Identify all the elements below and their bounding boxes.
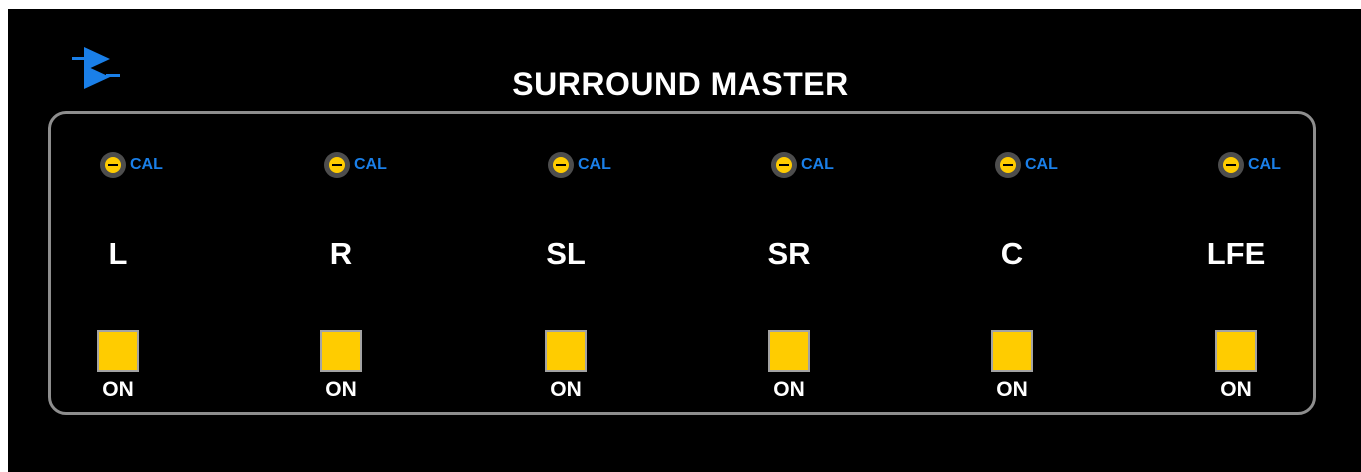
trim-knob-icon[interactable] (995, 152, 1021, 178)
on-label: ON (1220, 378, 1252, 401)
cal-label: CAL (801, 156, 834, 173)
cal-label: CAL (1025, 156, 1058, 173)
trim-knob-icon[interactable] (324, 152, 350, 178)
cal-label: CAL (354, 156, 387, 173)
channel-on-button[interactable] (97, 330, 139, 372)
on-label: ON (996, 378, 1028, 401)
trim-knob-icon[interactable] (771, 152, 797, 178)
cal-label: CAL (130, 156, 163, 173)
cal-label: CAL (578, 156, 611, 173)
channel-name: C (1000, 236, 1024, 271)
channel-name: SR (767, 236, 811, 271)
trim-knob-icon[interactable] (100, 152, 126, 178)
on-label: ON (773, 378, 805, 401)
cal-trim-5[interactable]: CAL (1218, 152, 1281, 178)
trim-knob-icon[interactable] (548, 152, 574, 178)
channel-on-button[interactable] (768, 330, 810, 372)
on-label: ON (550, 378, 582, 401)
channel-name: LFE (1206, 236, 1266, 271)
cal-trim-4[interactable]: CAL (995, 152, 1058, 178)
cal-trim-0[interactable]: CAL (100, 152, 163, 178)
channel-on-button[interactable] (320, 330, 362, 372)
channel-name: R (329, 236, 353, 271)
panel-title: SURROUND MASTER (512, 66, 849, 102)
channel-name: SL (546, 236, 586, 271)
cal-label: CAL (1248, 156, 1281, 173)
trim-knob-icon[interactable] (1218, 152, 1244, 178)
cal-trim-3[interactable]: CAL (771, 152, 834, 178)
channel-on-button[interactable] (1215, 330, 1257, 372)
cal-trim-2[interactable]: CAL (548, 152, 611, 178)
channel-name: L (108, 236, 128, 271)
on-label: ON (102, 378, 134, 401)
on-label: ON (325, 378, 357, 401)
cal-trim-1[interactable]: CAL (324, 152, 387, 178)
channel-frame (48, 111, 1316, 415)
channel-on-button[interactable] (991, 330, 1033, 372)
channel-on-button[interactable] (545, 330, 587, 372)
